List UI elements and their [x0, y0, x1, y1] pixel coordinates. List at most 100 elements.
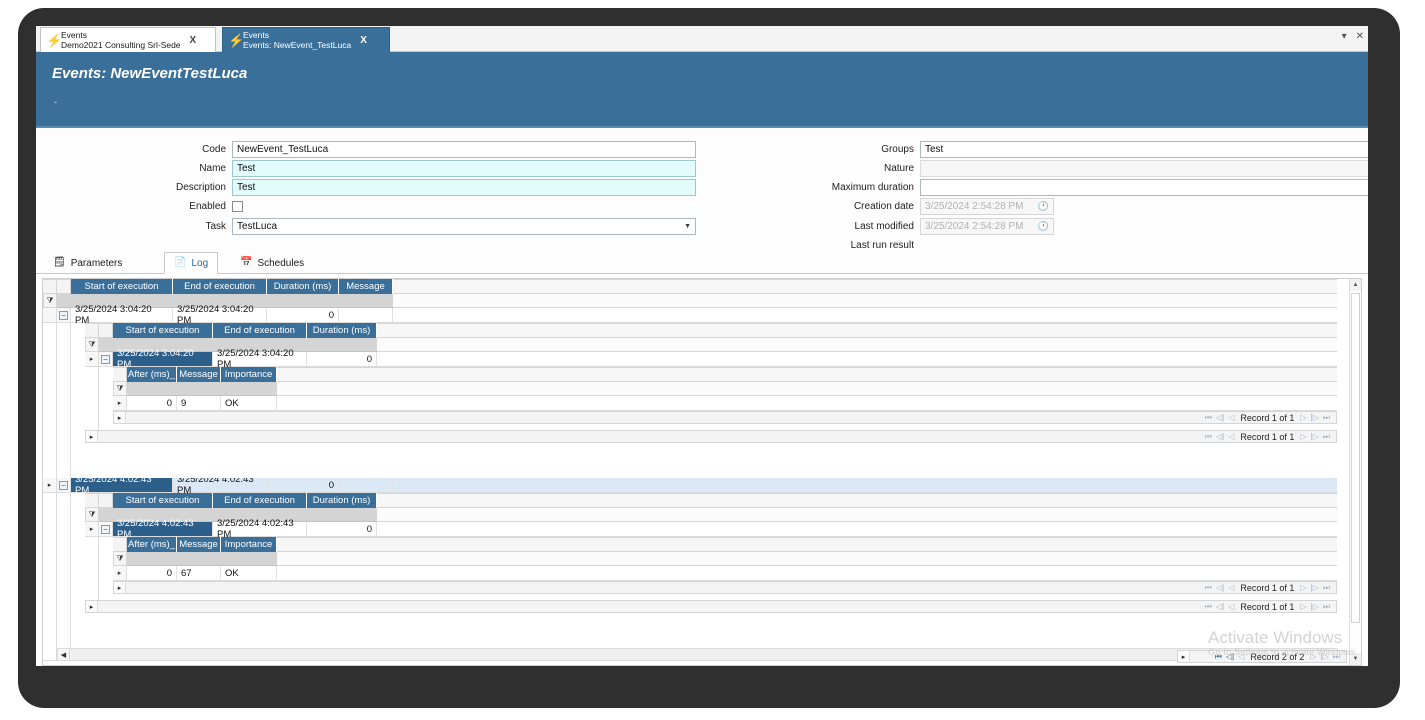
chevron-down-icon[interactable]: ▾	[1342, 31, 1347, 42]
table-row[interactable]: ▸ − 3/25/2024 4:02:43 PM 3/25/2024 4:02:…	[85, 522, 1337, 537]
record-navigator-level3[interactable]: ▸ ⏮ ◁| ◁ Record 1 of 1 ▷ |▷ ⏭	[113, 411, 1337, 424]
column-header-end-of-execution[interactable]: End of execution	[213, 323, 307, 338]
prev-record-icon[interactable]: ◁	[1228, 583, 1234, 592]
groups-dropdown[interactable]: Test ▼	[920, 141, 1368, 158]
first-record-icon[interactable]: ⏮	[1205, 602, 1212, 612]
expand-icon[interactable]: ▸	[86, 431, 98, 442]
scroll-left-icon[interactable]: ◀	[58, 649, 70, 660]
tab-log[interactable]: 📄 Log	[164, 252, 218, 274]
column-header-message[interactable]: Message	[177, 367, 221, 382]
close-icon[interactable]: X	[360, 35, 367, 46]
expand-icon[interactable]: ▸	[114, 412, 126, 423]
first-record-icon[interactable]: ⏮	[1215, 652, 1222, 662]
funnel-icon[interactable]: ⧩	[113, 552, 127, 566]
column-header-start-of-execution[interactable]: Start of execution	[113, 323, 213, 338]
record-navigator-level2[interactable]: ▸ ⏮ ◁| ◁ Record 1 of 1 ▷ |▷ ⏭	[85, 600, 1337, 613]
close-icon[interactable]: X	[190, 35, 197, 46]
column-header-start-of-execution[interactable]: Start of execution	[113, 493, 213, 508]
table-row[interactable]: − 3/25/2024 3:04:20 PM 3/25/2024 3:04:20…	[43, 308, 1337, 323]
expand-icon[interactable]: ▸	[114, 582, 126, 593]
creation-date-value: 3/25/2024 2:54:28 PM	[925, 201, 1023, 212]
tab-parameters[interactable]: 🗒 Parameters	[44, 252, 131, 274]
expand-icon[interactable]: ▸	[1178, 651, 1190, 662]
record-navigator-level3[interactable]: ▸ ⏮ ◁| ◁ Record 1 of 1 ▷ |▷ ⏭	[113, 581, 1337, 594]
next-page-icon[interactable]: |▷	[1311, 602, 1319, 611]
prev-record-icon[interactable]: ◁	[1228, 602, 1234, 611]
scroll-down-icon[interactable]: ▼	[1350, 653, 1361, 665]
grid-header-level2: Start of execution End of execution Dura…	[85, 493, 1337, 508]
next-record-icon[interactable]: ▷	[1310, 652, 1316, 661]
nature-dropdown[interactable]: ▼	[920, 160, 1368, 177]
name-field[interactable]: Test	[232, 160, 696, 177]
column-header-end-of-execution[interactable]: End of execution	[173, 279, 267, 294]
task-dropdown[interactable]: TestLuca ▼	[232, 218, 696, 235]
document-tab-events-newevent-testluca[interactable]: ⚡ Events Events: NewEvent_TestLuca X	[222, 27, 390, 52]
first-record-icon[interactable]: ⏮	[1205, 413, 1212, 423]
description-field[interactable]: Test	[232, 179, 696, 196]
table-row[interactable]: ▸ 0 9 OK	[113, 396, 1337, 411]
prev-page-icon[interactable]: ◁|	[1226, 652, 1234, 661]
column-header-message[interactable]: Message	[339, 279, 393, 294]
first-record-icon[interactable]: ⏮	[1205, 583, 1212, 593]
close-icon[interactable]: ✕	[1356, 31, 1364, 42]
column-header-message[interactable]: Message	[177, 537, 221, 552]
prev-page-icon[interactable]: ◁|	[1216, 602, 1224, 611]
last-record-icon[interactable]: ⏭	[1333, 652, 1340, 662]
last-record-icon[interactable]: ⏭	[1323, 602, 1330, 612]
next-page-icon[interactable]: |▷	[1311, 583, 1319, 592]
bolt-icon: ⚡	[46, 34, 58, 47]
table-row[interactable]: ▸ − 3/25/2024 4:02:43 PM 3/25/2024 4:02:…	[43, 478, 1337, 493]
column-header-duration[interactable]: Duration (ms)	[307, 493, 377, 508]
next-page-icon[interactable]: |▷	[1311, 413, 1319, 422]
next-record-icon[interactable]: ▷	[1300, 583, 1306, 592]
last-record-icon[interactable]: ⏭	[1323, 432, 1330, 442]
grid-filter-row-level3[interactable]: ⧩	[113, 382, 1337, 396]
column-header-duration[interactable]: Duration (ms)	[307, 323, 377, 338]
last-record-icon[interactable]: ⏭	[1323, 413, 1330, 423]
tab-schedules[interactable]: 📅 Schedules	[231, 252, 313, 274]
chevron-down-icon: ▼	[684, 223, 691, 230]
column-header-after-ms[interactable]: After (ms)_	[127, 367, 177, 382]
funnel-icon[interactable]: ⧩	[85, 508, 99, 522]
next-page-icon[interactable]: |▷	[1321, 652, 1329, 661]
column-header-after-ms[interactable]: After (ms)_	[127, 537, 177, 552]
table-row[interactable]: ▸ − 3/25/2024 3:04:20 PM 3/25/2024 3:04:…	[85, 352, 1337, 367]
next-record-icon[interactable]: ▷	[1300, 602, 1306, 611]
expand-toggle[interactable]: −	[99, 522, 113, 537]
first-record-icon[interactable]: ⏮	[1205, 432, 1212, 442]
expand-toggle[interactable]: −	[57, 478, 71, 493]
column-header-start-of-execution[interactable]: Start of execution	[71, 279, 173, 294]
prev-page-icon[interactable]: ◁|	[1216, 583, 1224, 592]
horizontal-scrollbar-outer[interactable]: ◀	[43, 648, 1337, 661]
document-tab-events-demo2021[interactable]: ⚡ Events Demo2021 Consulting Srl-Sede X	[40, 27, 216, 52]
scroll-up-icon[interactable]: ▲	[1350, 279, 1361, 291]
funnel-icon[interactable]: ⧩	[113, 382, 127, 396]
record-navigator-level2[interactable]: ▸ ⏮ ◁| ◁ Record 1 of 1 ▷ |▷ ⏭	[85, 430, 1337, 443]
code-field[interactable]: NewEvent_TestLuca	[232, 141, 696, 158]
vertical-scrollbar[interactable]: ▲ ▼	[1349, 279, 1361, 665]
column-header-duration[interactable]: Duration (ms)	[267, 279, 339, 294]
next-record-icon[interactable]: ▷	[1300, 413, 1306, 422]
expand-toggle[interactable]: −	[99, 352, 113, 367]
enabled-checkbox[interactable]	[232, 201, 243, 212]
prev-record-icon[interactable]: ◁	[1228, 413, 1234, 422]
column-header-end-of-execution[interactable]: End of execution	[213, 493, 307, 508]
grid-filter-row-level3[interactable]: ⧩	[113, 552, 1337, 566]
funnel-icon[interactable]: ⧩	[85, 338, 99, 352]
expand-icon[interactable]: ▸	[86, 601, 98, 612]
funnel-icon[interactable]: ⧩	[43, 294, 57, 308]
prev-page-icon[interactable]: ◁|	[1216, 413, 1224, 422]
prev-page-icon[interactable]: ◁|	[1216, 432, 1224, 441]
maximum-duration-field[interactable]	[920, 179, 1368, 196]
prev-record-icon[interactable]: ◁	[1228, 432, 1234, 441]
next-page-icon[interactable]: |▷	[1311, 432, 1319, 441]
prev-record-icon[interactable]: ◁	[1238, 652, 1244, 661]
column-header-importance[interactable]: Importance	[221, 537, 277, 552]
table-row[interactable]: ▸ 0 67 OK	[113, 566, 1337, 581]
next-record-icon[interactable]: ▷	[1300, 432, 1306, 441]
last-record-icon[interactable]: ⏭	[1323, 583, 1330, 593]
record-navigator-outer[interactable]: ▸ ⏮ ◁| ◁ Record 2 of 2 ▷ |▷ ⏭	[1177, 650, 1347, 663]
column-header-importance[interactable]: Importance	[221, 367, 277, 382]
expand-toggle[interactable]: −	[57, 308, 71, 323]
scrollbar-thumb[interactable]	[1351, 293, 1360, 623]
